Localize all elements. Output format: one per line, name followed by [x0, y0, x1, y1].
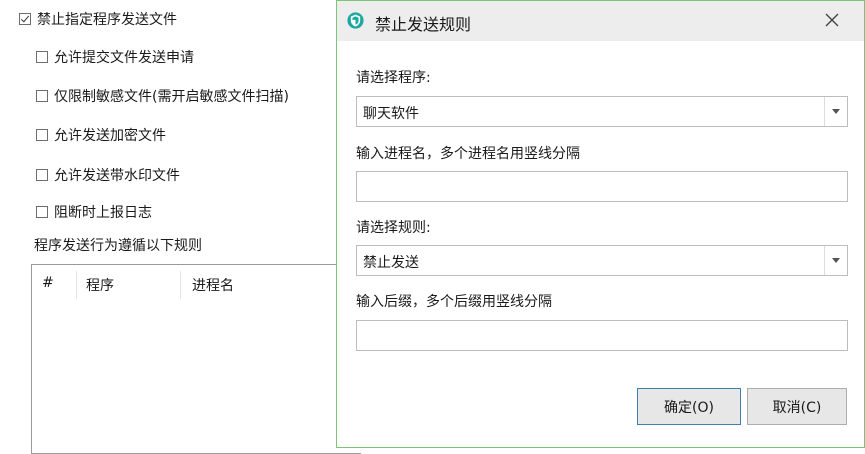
rule-select-value: 禁止发送	[363, 255, 419, 271]
process-name-label: 输入进程名，多个进程名用竖线分隔	[356, 146, 580, 162]
table-header-divider[interactable]	[180, 271, 181, 299]
block-send-rule-dialog: 禁止发送规则 请选择程序: 聊天软件 输入进程名，多个进程名用竖线分隔 请选择规…	[336, 0, 865, 448]
checkbox-allow-encrypted[interactable]	[36, 129, 48, 141]
program-select-value: 聊天软件	[363, 106, 419, 122]
option-allow-watermark-label: 允许发送带水印文件	[54, 168, 180, 184]
option-allow-encrypted[interactable]: 允许发送加密文件	[36, 125, 166, 145]
rules-section-label: 程序发送行为遵循以下规则	[34, 238, 202, 254]
cancel-button[interactable]: 取消(C)	[747, 388, 847, 425]
suffix-input[interactable]	[356, 320, 848, 351]
rule-dropdown-button[interactable]	[824, 246, 847, 275]
chevron-down-icon	[832, 109, 840, 114]
program-select[interactable]: 聊天软件	[356, 96, 848, 127]
rules-table[interactable]: # 程序 进程名	[31, 264, 361, 454]
dialog-titlebar[interactable]: 禁止发送规则	[337, 1, 864, 41]
ok-button[interactable]: 确定(O)	[637, 388, 741, 425]
checkbox-report-log[interactable]	[36, 206, 48, 218]
suffix-label: 输入后缀，多个后缀用竖线分隔	[356, 294, 552, 310]
option-block-send-label: 禁止指定程序发送文件	[37, 12, 177, 28]
program-dropdown-button[interactable]	[824, 97, 847, 126]
chevron-down-icon	[832, 258, 840, 263]
close-icon[interactable]	[822, 10, 842, 30]
option-block-send[interactable]: 禁止指定程序发送文件	[19, 9, 177, 29]
rule-select[interactable]: 禁止发送	[356, 245, 848, 276]
option-report-log[interactable]: 阻断时上报日志	[36, 202, 152, 222]
option-allow-watermark[interactable]: 允许发送带水印文件	[36, 165, 180, 185]
shield-app-icon	[347, 12, 364, 29]
dialog-title: 禁止发送规则	[375, 15, 472, 34]
option-report-log-label: 阻断时上报日志	[54, 205, 152, 221]
table-header-program[interactable]: 程序	[86, 275, 114, 295]
checkbox-allow-submit[interactable]	[36, 51, 48, 63]
checkbox-allow-watermark[interactable]	[36, 169, 48, 181]
program-label: 请选择程序:	[356, 70, 431, 86]
checkbox-block-send[interactable]	[19, 13, 31, 25]
checkbox-limit-sensitive[interactable]	[36, 90, 48, 102]
table-header-process[interactable]: 进程名	[192, 275, 234, 295]
option-limit-sensitive[interactable]: 仅限制敏感文件(需开启敏感文件扫描)	[36, 86, 289, 106]
rule-label: 请选择规则:	[356, 220, 431, 236]
option-allow-encrypted-label: 允许发送加密文件	[54, 128, 166, 144]
table-header-index[interactable]: #	[42, 275, 54, 291]
option-limit-sensitive-label: 仅限制敏感文件(需开启敏感文件扫描)	[54, 89, 289, 105]
process-name-input[interactable]	[356, 171, 848, 202]
table-header-divider[interactable]	[76, 271, 77, 299]
option-allow-submit-label: 允许提交文件发送申请	[54, 50, 194, 66]
option-allow-submit[interactable]: 允许提交文件发送申请	[36, 47, 194, 67]
